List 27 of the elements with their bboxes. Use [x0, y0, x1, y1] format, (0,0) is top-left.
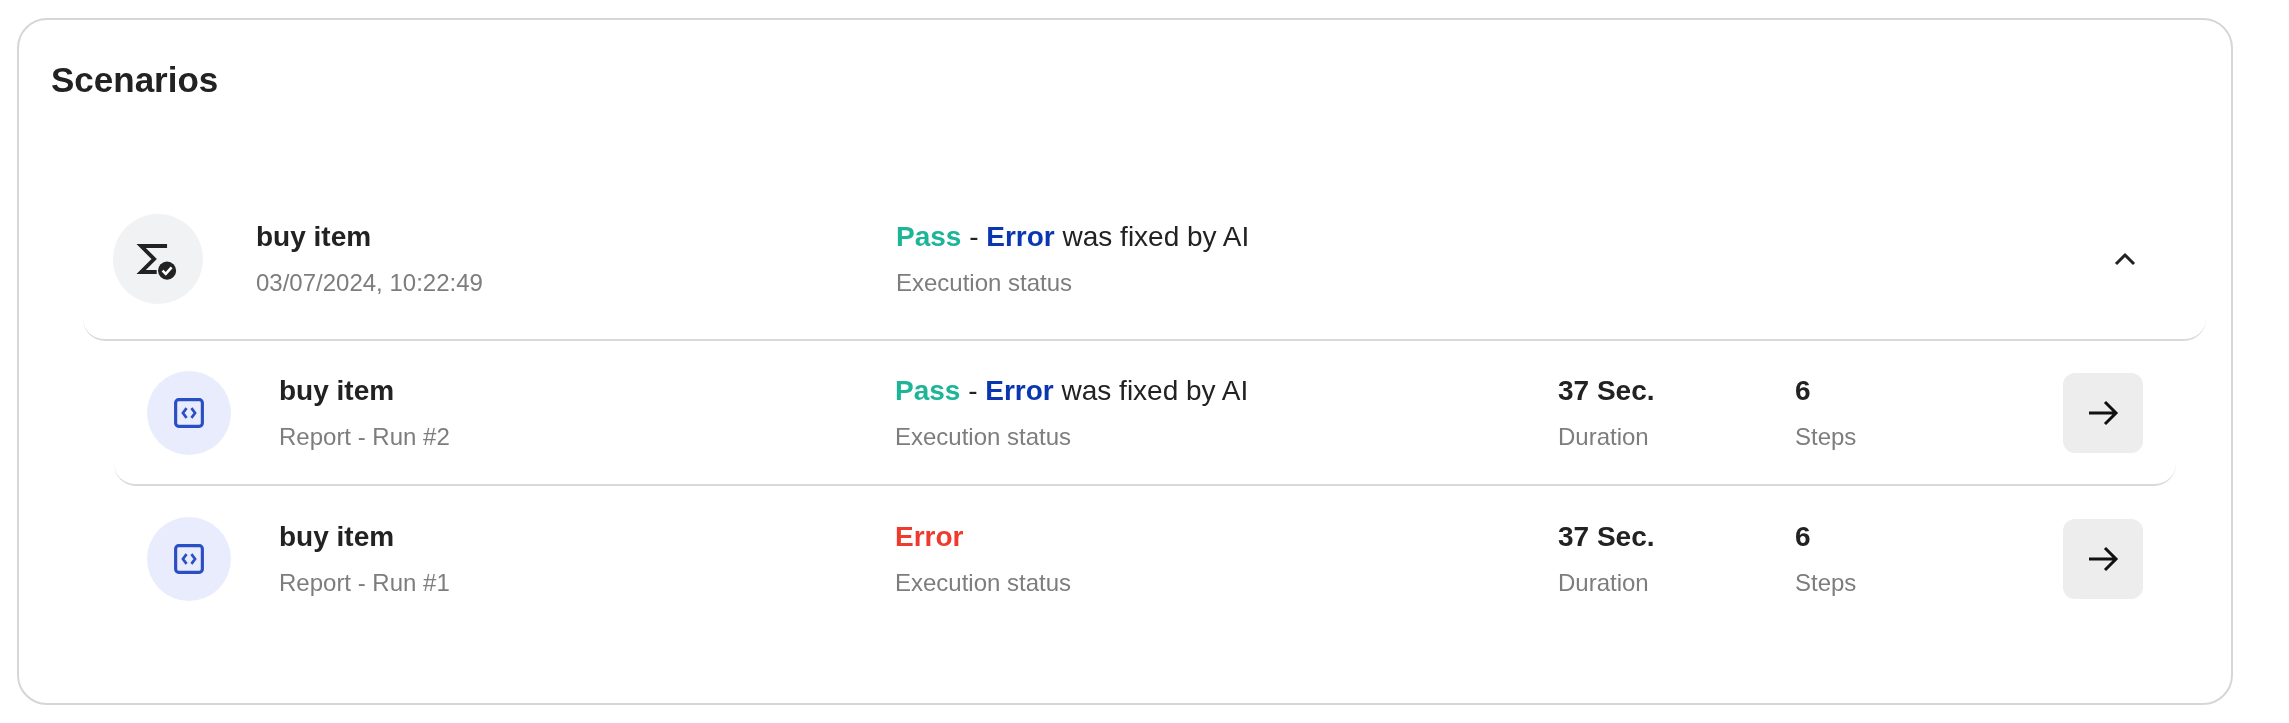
steps-value: 6 [1795, 374, 1811, 407]
open-run-button[interactable] [2063, 518, 2143, 599]
status-label: Execution status [896, 268, 1073, 297]
duration-value: 37 Sec. [1558, 374, 1655, 407]
status-label: Execution status [895, 568, 1072, 597]
duration-value: 37 Sec. [1558, 520, 1655, 553]
execution-status: Error [895, 520, 964, 553]
run-report: Report - Run #1 [279, 568, 450, 597]
status-label: Execution status [895, 422, 1072, 451]
steps-label: Steps [1795, 422, 1857, 451]
duration-label: Duration [1558, 422, 1649, 451]
scenario-date: 03/07/2024, 10:22:49 [256, 268, 483, 297]
run-name: buy item [279, 520, 395, 553]
scenario-row[interactable]: buy item 03/07/2024, 10:22:49 Pass - Error was fixed by AI Execution status [83, 178, 2206, 341]
scenario-name: buy item [256, 220, 372, 253]
execution-status: Pass - Error was fixed by AI [896, 220, 1250, 253]
steps-value: 6 [1795, 520, 1811, 553]
card-title: Scenarios [51, 60, 219, 100]
steps-label: Steps [1795, 568, 1857, 597]
run-report: Report - Run #2 [279, 422, 450, 451]
chevron-icon[interactable] [2112, 250, 2138, 267]
duration-label: Duration [1558, 568, 1649, 597]
run-row[interactable]: buy item Report - Run #1 Error Execution status 37 Sec. Duration 6 Steps [114, 486, 2176, 631]
run-row[interactable]: buy item Report - Run #2 Pass - Error was fixed by AI Execution status 37 Sec. Duration 6 Steps [114, 341, 2176, 486]
open-run-button[interactable] [2063, 372, 2143, 453]
execution-status: Pass - Error was fixed by AI [895, 374, 1249, 407]
run-name: buy item [279, 374, 395, 407]
